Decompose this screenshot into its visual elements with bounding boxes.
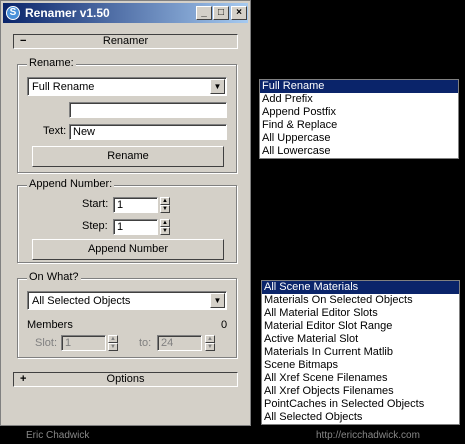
title-bar[interactable]: S Renamer v1.50 _ □ × (3, 3, 248, 23)
rename-button[interactable]: Rename (32, 146, 224, 167)
to-input[interactable]: 24 (157, 335, 202, 351)
list-item[interactable]: All Lowercase (260, 145, 458, 158)
spinner-down-icon[interactable]: ▼ (160, 205, 170, 213)
chevron-down-icon[interactable]: ▼ (210, 293, 225, 308)
list-item[interactable]: PointCaches in Selected Objects (262, 398, 459, 411)
spinner-up-icon[interactable]: ▲ (160, 197, 170, 205)
to-spinner[interactable]: ▲ ▼ (205, 335, 215, 351)
list-item[interactable]: All Xref Scene Filenames (262, 372, 459, 385)
find-field[interactable] (69, 102, 227, 118)
slot-input[interactable]: 1 (61, 335, 106, 351)
list-item[interactable]: All Selected Objects (262, 411, 459, 424)
window-title: Renamer v1.50 (25, 6, 110, 20)
slot-label: Slot: (35, 337, 58, 349)
start-spinner[interactable]: ▲ ▼ (160, 197, 170, 213)
members-label: Members (27, 319, 73, 331)
list-item[interactable]: Append Postfix (260, 106, 458, 119)
rename-mode-value: Full Rename (32, 81, 95, 93)
on-what-legend: On What? (27, 271, 81, 283)
list-item[interactable]: Full Rename (260, 80, 458, 93)
step-input[interactable]: 1 (113, 219, 158, 235)
maximize-button[interactable]: □ (213, 6, 229, 20)
append-legend: Append Number: (27, 178, 115, 190)
rename-legend: Rename: (27, 57, 76, 69)
slot-spinner[interactable]: ▲ ▼ (108, 335, 118, 351)
text-label: Text: (43, 125, 67, 137)
on-what-value: All Selected Objects (32, 295, 131, 307)
list-item[interactable]: All Uppercase (260, 132, 458, 145)
start-label: Start: (82, 198, 109, 210)
step-label: Step: (82, 220, 108, 232)
spinner-down-icon[interactable]: ▼ (108, 343, 118, 351)
minimize-button[interactable]: _ (196, 6, 212, 20)
list-item[interactable]: All Scene Materials (262, 281, 459, 294)
list-item[interactable]: All Material Editor Slots (262, 307, 459, 320)
author-credit: Eric Chadwick (26, 430, 90, 441)
spinner-down-icon[interactable]: ▼ (205, 343, 215, 351)
to-label: to: (139, 337, 152, 349)
append-number-button[interactable]: Append Number (32, 239, 224, 260)
rollout-title: Options (106, 373, 145, 385)
renamer-window: S Renamer v1.50 _ □ × − Renamer Rename: … (0, 0, 251, 426)
list-item[interactable]: Add Prefix (260, 93, 458, 106)
app-icon: S (6, 6, 20, 20)
on-what-list: All Scene Materials Materials On Selected… (261, 280, 460, 425)
on-what-dropdown[interactable]: All Selected Objects ▼ (27, 291, 227, 310)
rename-mode-list: Full Rename Add Prefix Append Postfix Find … (259, 79, 459, 159)
step-spinner[interactable]: ▲ ▼ (160, 219, 170, 235)
list-item[interactable]: Active Material Slot (262, 333, 459, 346)
list-item[interactable]: Materials In Current Matlib (262, 346, 459, 359)
spinner-down-icon[interactable]: ▼ (160, 227, 170, 235)
spinner-up-icon[interactable]: ▲ (205, 335, 215, 343)
list-item[interactable]: All Xref Objects Filenames (262, 385, 459, 398)
options-rollout-header[interactable]: + Options (13, 372, 238, 387)
list-item[interactable]: Scene Bitmaps (262, 359, 459, 372)
renamer-rollout-header[interactable]: − Renamer (13, 34, 238, 49)
website-link[interactable]: http://ericchadwick.com (316, 430, 420, 441)
list-item[interactable]: Materials On Selected Objects (262, 294, 459, 307)
chevron-down-icon[interactable]: ▼ (210, 79, 225, 94)
spinner-up-icon[interactable]: ▲ (160, 219, 170, 227)
list-item[interactable]: Material Editor Slot Range (262, 320, 459, 333)
close-button[interactable]: × (231, 6, 247, 20)
spinner-up-icon[interactable]: ▲ (108, 335, 118, 343)
list-item[interactable]: Find & Replace (260, 119, 458, 132)
text-input[interactable]: New (69, 124, 227, 140)
start-input[interactable]: 1 (113, 197, 158, 213)
rollout-title: Renamer (102, 35, 149, 47)
rename-mode-dropdown[interactable]: Full Rename ▼ (27, 77, 227, 96)
members-count: 0 (221, 319, 228, 331)
